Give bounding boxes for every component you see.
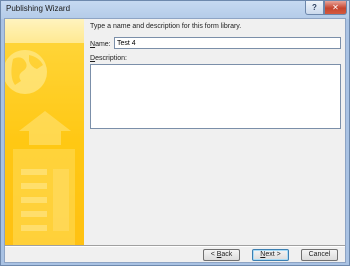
back-button[interactable]: < Back [203, 249, 240, 261]
help-button[interactable]: ? [305, 1, 324, 15]
next-text: ext > [265, 251, 281, 258]
form-document-icon [13, 149, 75, 245]
description-field[interactable] [90, 64, 341, 129]
title-bar[interactable]: Publishing Wizard ? ✕ [1, 1, 349, 18]
wizard-side-artwork [5, 19, 84, 245]
wizard-content: Type a name and description for this for… [84, 19, 347, 245]
artwork-graphic [5, 19, 84, 245]
publishing-wizard-window: Publishing Wizard ? ✕ Type a name and de… [0, 0, 350, 266]
description-label-text: escription: [95, 55, 127, 62]
button-separator [5, 245, 345, 247]
close-button[interactable]: ✕ [324, 1, 347, 15]
close-icon: ✕ [332, 3, 339, 12]
globe-icon [5, 50, 47, 94]
name-label-text: ame: [95, 41, 111, 48]
instruction-text: Type a name and description for this for… [90, 23, 242, 30]
cancel-button[interactable]: Cancel [301, 249, 338, 261]
description-label: Description: [90, 55, 127, 62]
wizard-body: Type a name and description for this for… [4, 18, 346, 263]
name-field[interactable] [114, 37, 341, 49]
window-title: Publishing Wizard [6, 4, 71, 13]
next-button[interactable]: Next > [252, 249, 289, 261]
back-text: ack [221, 251, 233, 258]
name-label: Name: [90, 41, 111, 48]
help-icon: ? [312, 3, 317, 12]
